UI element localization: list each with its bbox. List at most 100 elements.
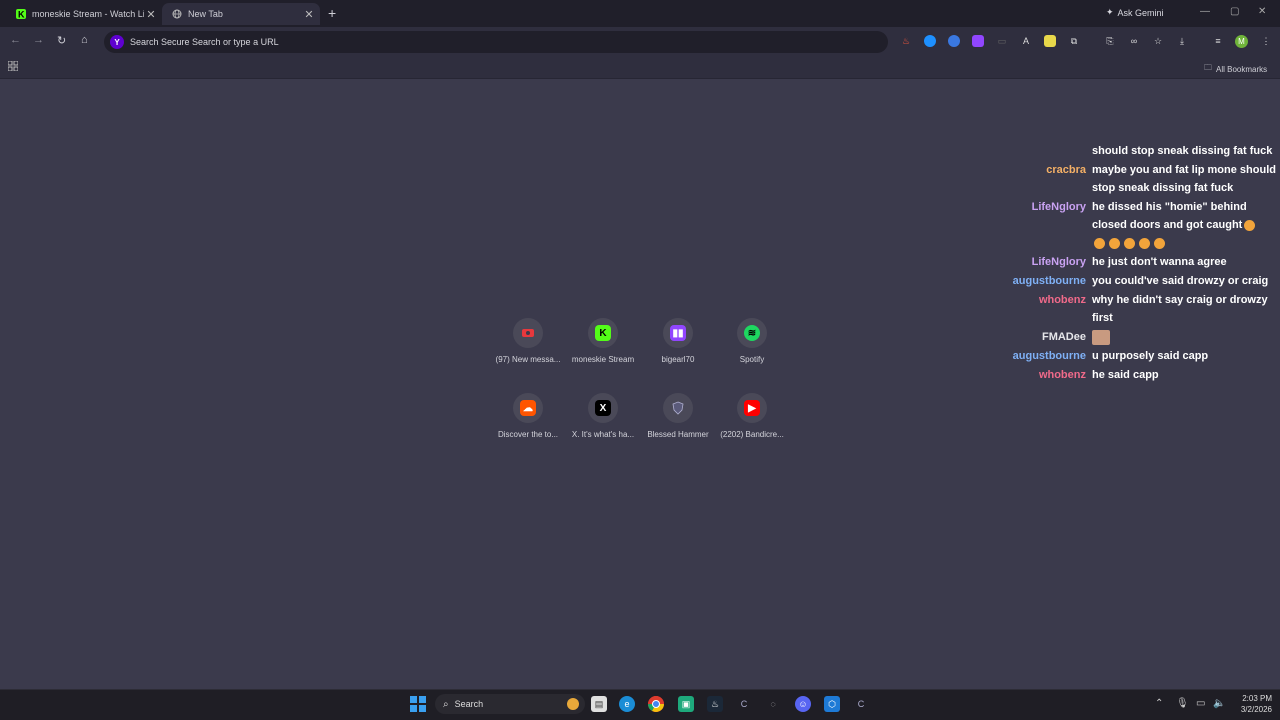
chat-username: LifeNglory <box>1031 256 1086 268</box>
shortcut-tile[interactable]: X X. It's what's ha... <box>565 393 641 439</box>
chrome-icon[interactable] <box>648 696 664 712</box>
chat-text: he just don't wanna agree <box>1092 256 1227 268</box>
new-tab-button[interactable]: + <box>328 5 336 21</box>
chevron-up-icon[interactable]: ⌃ <box>1155 698 1163 709</box>
sparkle-icon: ✦ <box>1106 7 1114 17</box>
search-icon: ⌕ <box>443 698 449 710</box>
shortcut-label: (97) New messa... <box>495 355 561 364</box>
app-icon[interactable]: ▣ <box>678 696 694 712</box>
maximize-icon[interactable]: ▢ <box>1230 6 1239 17</box>
reload-icon[interactable]: ↻ <box>57 34 66 47</box>
chat-username: FMADee <box>1041 331 1086 343</box>
volume-icon[interactable]: 🔈 <box>1213 698 1225 709</box>
youtube-icon: ▶ <box>744 400 760 416</box>
chat-message: LifeNglory he just don't wanna agree <box>1000 253 1278 271</box>
taskbar <box>0 689 1280 720</box>
home-icon[interactable]: ⌂ <box>81 34 88 46</box>
chat-overlay: should stop sneak dissing fat fuck cracb… <box>1000 142 1278 385</box>
discord-icon[interactable]: ☺ <box>795 696 811 712</box>
emoji-icon <box>1094 237 1105 249</box>
ccleaner-icon-2[interactable]: C <box>853 696 869 712</box>
emoji-icon <box>1139 237 1150 249</box>
chat-message: augustbourne you could've said drowzy or… <box>1000 272 1278 290</box>
reading-list-icon[interactable]: ≡ <box>1212 35 1224 47</box>
soundcloud-icon: ☁ <box>520 400 536 416</box>
shortcut-tile[interactable]: ▶ (2202) Bandicre... <box>714 393 790 439</box>
chat-username: LifeNglory <box>1031 201 1086 213</box>
ask-gemini-button[interactable]: ✦ Ask Gemini <box>1106 7 1164 18</box>
network-icon[interactable]: ▭ <box>1196 698 1205 709</box>
steam-icon[interactable]: ♨ <box>707 696 723 712</box>
omnibox[interactable]: Y Search Secure Search or type a URL <box>104 31 888 53</box>
chat-message: whobenz why he didn't say craig or drowz… <box>1000 291 1278 327</box>
close-icon[interactable]: ✕ <box>144 8 158 21</box>
chat-text: u purposely said capp <box>1092 350 1209 362</box>
shortcut-label: X. It's what's ha... <box>571 430 635 439</box>
tab-title: moneskie Stream - Watch Live <box>32 9 144 19</box>
shortcut-label: (2202) Bandicre... <box>720 430 784 439</box>
twitch-icon: ▮▮ <box>670 325 686 341</box>
close-icon[interactable]: ✕ <box>302 8 316 21</box>
puzzle-icon[interactable]: ⧉ <box>1068 35 1080 47</box>
window-close-icon[interactable]: ✕ <box>1258 6 1266 17</box>
chat-message: LifeNglory he dissed his "homie" behind … <box>1000 198 1278 252</box>
forward-icon[interactable]: → <box>33 34 44 46</box>
link-icon[interactable]: ∞ <box>1128 35 1140 47</box>
shortcut-label: Discover the to... <box>497 430 559 439</box>
shortcut-tile[interactable]: ≋ Spotify <box>714 318 790 364</box>
chat-username: whobenz <box>1038 369 1086 381</box>
obs-icon[interactable]: ◌ <box>765 696 781 712</box>
bookmarks-bar <box>0 57 1280 79</box>
emoji-icon <box>1109 237 1120 249</box>
globe-icon <box>172 9 182 19</box>
app-icon-2[interactable]: ⬡ <box>824 696 840 712</box>
shortcut-tile[interactable]: ▮▮ bigearl70 <box>640 318 716 364</box>
tab-moneskie-stream[interactable]: K moneskie Stream - Watch Live ✕ <box>6 3 162 25</box>
extension-disabled-icon[interactable]: ▭ <box>996 35 1008 47</box>
all-bookmarks-button[interactable]: 🗀 All Bookmarks <box>1204 62 1267 76</box>
search-label: Search <box>454 699 484 709</box>
back-icon[interactable]: ← <box>10 34 21 46</box>
ccleaner-icon[interactable]: C <box>736 696 752 712</box>
shortcut-tile[interactable]: Blessed Hammer <box>640 393 716 439</box>
clock-date: 3/2/2026 <box>1240 705 1272 714</box>
shortcut-label: bigearl70 <box>661 355 695 364</box>
download-icon[interactable]: ⤓ <box>1176 35 1188 47</box>
shortcut-label: Blessed Hammer <box>647 430 709 439</box>
taskbar-clock[interactable]: 2:03 PM 3/2/2026 <box>1232 693 1272 715</box>
chat-message: cracbra maybe you and fat lip mone shoul… <box>1000 161 1278 197</box>
shortcut-tile[interactable]: (97) New messa... <box>490 318 566 364</box>
tab-new-tab[interactable]: New Tab ✕ <box>162 3 320 25</box>
minimize-icon[interactable]: — <box>1200 6 1210 17</box>
edge-icon[interactable]: e <box>619 696 635 712</box>
menu-icon[interactable]: ⋮ <box>1260 35 1272 47</box>
apps-grid-icon[interactable] <box>7 60 19 74</box>
extension-icon[interactable] <box>948 35 960 47</box>
ask-gemini-label: Ask Gemini <box>1117 7 1164 18</box>
kick-icon: K <box>16 9 26 19</box>
shield-icon <box>670 400 686 416</box>
profile-avatar[interactable]: M <box>1235 35 1248 48</box>
fire-extension-icon[interactable]: ♨ <box>900 35 912 47</box>
screenshot-icon[interactable]: ⎘ <box>1104 35 1116 47</box>
search-highlight-icon <box>567 698 579 710</box>
all-bookmarks-label: All Bookmarks <box>1216 64 1268 74</box>
shortcut-label: moneskie Stream <box>571 355 635 364</box>
star-icon[interactable]: ☆ <box>1152 35 1164 47</box>
twitch-extension-icon[interactable] <box>972 35 984 47</box>
taskbar-search[interactable]: ⌕ Search <box>435 694 585 714</box>
windows-start-icon[interactable] <box>410 696 426 712</box>
microphone-icon[interactable]: 🎙 <box>1176 698 1189 709</box>
shortcut-tile[interactable]: K moneskie Stream <box>565 318 641 364</box>
font-extension-icon[interactable]: A <box>1020 35 1032 47</box>
svg-text:K: K <box>18 10 25 20</box>
chat-message: should stop sneak dissing fat fuck <box>1000 142 1278 160</box>
honey-extension-icon[interactable] <box>1044 35 1056 47</box>
ublock-extension-icon[interactable] <box>924 35 936 47</box>
shortcut-tile[interactable]: ☁ Discover the to... <box>490 393 566 439</box>
omnibox-placeholder: Search Secure Search or type a URL <box>130 37 279 47</box>
file-explorer-icon[interactable]: ▤ <box>591 696 607 712</box>
tab-title: New Tab <box>188 9 223 19</box>
emoji-icon <box>1124 237 1135 249</box>
chat-username: cracbra <box>1046 164 1086 176</box>
